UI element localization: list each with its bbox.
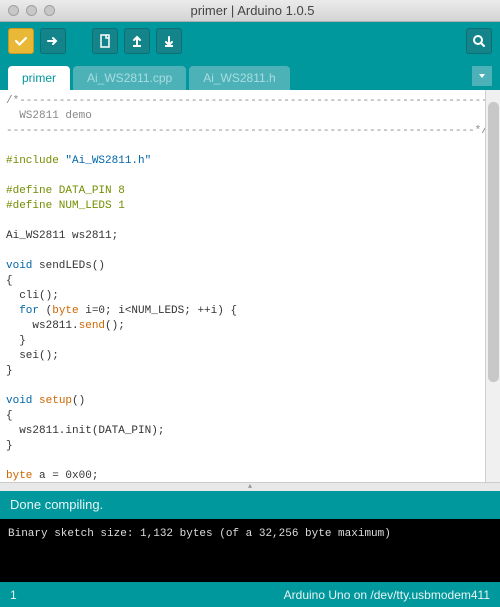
tab-menu-button[interactable] [472, 66, 492, 86]
titlebar: primer | Arduino 1.0.5 [0, 0, 500, 22]
status-bar: Done compiling. [0, 491, 500, 519]
zoom-window-icon[interactable] [44, 5, 55, 16]
footer: 1 Arduino Uno on /dev/tty.usbmodem411 [0, 582, 500, 607]
code-line: #define NUM_LEDS 1 [6, 200, 125, 212]
window-controls [8, 5, 55, 16]
upload-button[interactable] [40, 28, 66, 54]
new-button[interactable] [92, 28, 118, 54]
code-line: #define DATA_PIN 8 [6, 185, 125, 197]
scrollbar[interactable] [485, 90, 500, 482]
close-window-icon[interactable] [8, 5, 19, 16]
tabbar: primer Ai_WS2811.cpp Ai_WS2811.h [0, 60, 500, 90]
line-number: 1 [10, 588, 17, 602]
save-button[interactable] [156, 28, 182, 54]
code-line: WS2811 demo [6, 110, 92, 122]
code-line: Ai_WS2811 ws2811; [6, 230, 118, 242]
verify-button[interactable] [8, 28, 34, 54]
editor: /*--------------------------------------… [0, 90, 500, 483]
window-title: primer | Arduino 1.0.5 [55, 3, 450, 18]
minimize-window-icon[interactable] [26, 5, 37, 16]
code-line: #include [6, 155, 65, 167]
board-info: Arduino Uno on /dev/tty.usbmodem411 [284, 588, 490, 602]
serial-monitor-button[interactable] [466, 28, 492, 54]
tab-primer[interactable]: primer [8, 66, 70, 90]
scrollbar-thumb[interactable] [488, 102, 499, 382]
code-line: ----------------------------------------… [6, 125, 485, 137]
resize-handle[interactable]: ▴ [0, 483, 500, 491]
open-button[interactable] [124, 28, 150, 54]
code-area[interactable]: /*--------------------------------------… [0, 90, 485, 482]
code-line: /*--------------------------------------… [6, 95, 485, 107]
toolbar [0, 22, 500, 60]
console-line: Binary sketch size: 1,132 bytes (of a 32… [8, 525, 492, 543]
status-text: Done compiling. [10, 497, 103, 512]
tab-ai-ws2811-cpp[interactable]: Ai_WS2811.cpp [73, 66, 186, 90]
tab-ai-ws2811-h[interactable]: Ai_WS2811.h [189, 66, 290, 90]
console[interactable]: Binary sketch size: 1,132 bytes (of a 32… [0, 519, 500, 582]
